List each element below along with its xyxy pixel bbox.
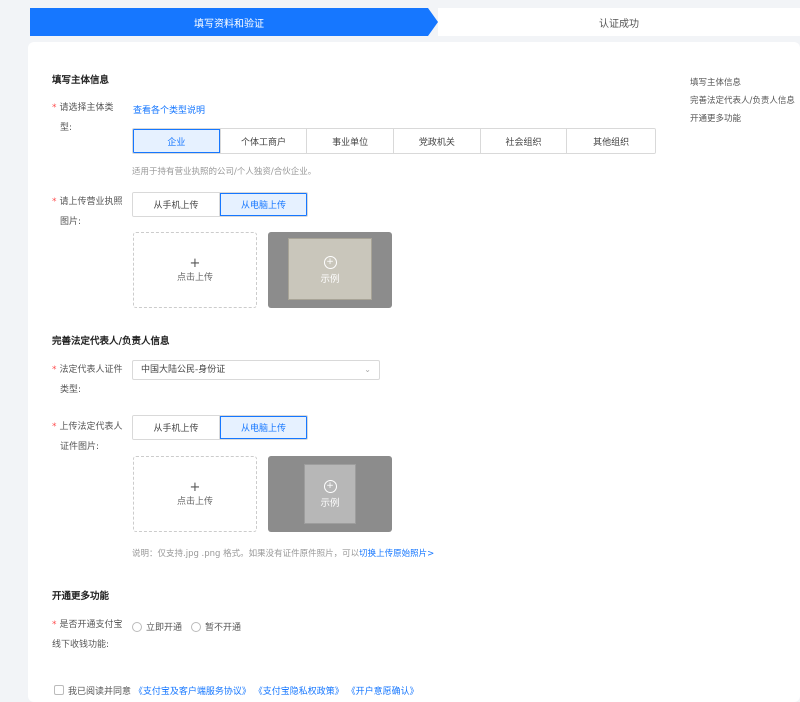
agreement-link-service[interactable]: 《支付宝及客户端服务协议》 xyxy=(134,687,251,697)
subject-type-selector: 企业 个体工商户 事业单位 党政机关 社会组织 其他组织 xyxy=(132,128,656,154)
upload-from-phone[interactable]: 从手机上传 xyxy=(133,193,220,216)
id-type-select[interactable]: 中国大陆公民-身份证 ⌄ xyxy=(132,360,380,380)
radio-open-now[interactable]: 立即开通 xyxy=(132,620,182,633)
step-bar: 填写资料和验证 认证成功 xyxy=(30,8,800,36)
agreement-checkbox[interactable] xyxy=(54,685,64,695)
license-label: * 请上传营业执照 图片: xyxy=(52,197,123,227)
required-mark: * xyxy=(52,197,57,207)
type-option-institution[interactable]: 事业单位 xyxy=(307,129,395,153)
switch-original-photo-link[interactable]: 切换上传原始照片> xyxy=(359,549,434,559)
zoom-plus-icon: + xyxy=(323,479,337,493)
upload-from-phone[interactable]: 从手机上传 xyxy=(133,416,220,439)
license-upload-method: 从手机上传 从电脑上传 xyxy=(132,192,308,217)
offline-pay-label: * 是否开通支付宝 线下收钱功能: xyxy=(52,620,123,650)
type-option-enterprise[interactable]: 企业 xyxy=(133,129,221,153)
required-mark: * xyxy=(52,365,57,375)
subject-type-label: * 请选择主体类 型: xyxy=(52,103,114,133)
plus-icon: + xyxy=(189,479,201,495)
required-mark: * xyxy=(52,620,57,630)
agreement-link-consent[interactable]: 《开户意愿确认》 xyxy=(347,687,419,697)
radio-not-now[interactable]: 暂不开通 xyxy=(191,620,241,633)
radio-circle xyxy=(191,621,201,632)
section-title-more: 开通更多功能 xyxy=(52,591,110,602)
agreement-text: 我已阅读并同意 《支付宝及客户端服务协议》 《支付宝隐私权政策》 《开户意愿确认… xyxy=(68,687,419,697)
type-option-individual[interactable]: 个体工商户 xyxy=(220,129,308,153)
id-sample-image[interactable]: + 示例 xyxy=(268,456,392,532)
type-hint: 适用于持有营业执照的公司/个人独资/合伙企业。 xyxy=(132,167,317,177)
type-option-social-org[interactable]: 社会组织 xyxy=(480,129,568,153)
upload-note: 说明：仅支持.jpg .png 格式。如果没有证件原件照片，可以切换上传原始照片… xyxy=(132,549,435,559)
id-upload-box[interactable]: + 点击上传 xyxy=(133,456,257,532)
radio-circle xyxy=(132,621,142,632)
step-success: 认证成功 xyxy=(438,8,800,36)
id-type-label: * 法定代表人证件 类型: xyxy=(52,365,123,395)
agreement-link-privacy[interactable]: 《支付宝隐私权政策》 xyxy=(254,687,344,697)
section-title-legal-rep: 完善法定代表人/负责人信息 xyxy=(52,336,170,347)
section-nav: 填写主体信息 完善法定代表人/负责人信息 开通更多功能 xyxy=(690,74,795,128)
chevron-down-icon: ⌄ xyxy=(364,365,371,374)
upload-from-computer[interactable]: 从电脑上传 xyxy=(220,416,307,439)
nav-item-legal-rep[interactable]: 完善法定代表人/负责人信息 xyxy=(690,92,795,110)
step-fill-info: 填写资料和验证 xyxy=(30,8,428,36)
required-mark: * xyxy=(52,422,57,432)
type-option-other[interactable]: 其他组织 xyxy=(567,129,655,153)
plus-icon: + xyxy=(189,255,201,271)
id-image-label: * 上传法定代表人 证件图片: xyxy=(52,422,123,452)
required-mark: * xyxy=(52,103,57,113)
section-title-subject: 填写主体信息 xyxy=(52,75,110,86)
step-arrow xyxy=(428,8,438,36)
type-option-government[interactable]: 党政机关 xyxy=(394,129,481,153)
upload-from-computer[interactable]: 从电脑上传 xyxy=(220,193,307,216)
nav-item-more[interactable]: 开通更多功能 xyxy=(690,110,795,128)
license-sample-image[interactable]: + 示例 xyxy=(268,232,392,308)
id-upload-method: 从手机上传 从电脑上传 xyxy=(132,415,308,440)
nav-item-subject[interactable]: 填写主体信息 xyxy=(690,74,795,92)
type-description-link[interactable]: 查看各个类型说明 xyxy=(133,103,205,116)
form-card: 填写主体信息 完善法定代表人/负责人信息 开通更多功能 填写主体信息 * 请选择主… xyxy=(28,42,800,702)
zoom-plus-icon: + xyxy=(323,255,337,269)
license-upload-box[interactable]: + 点击上传 xyxy=(133,232,257,308)
